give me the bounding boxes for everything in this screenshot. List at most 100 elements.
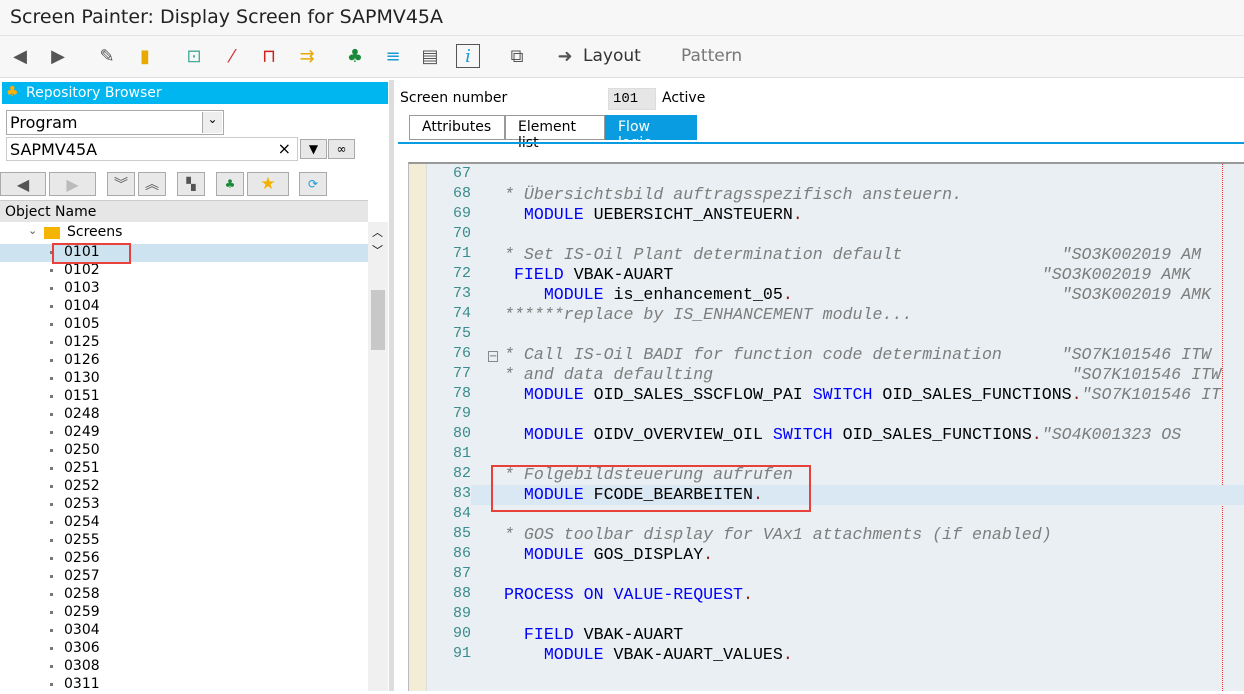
tree-item-screen[interactable]: 0308 [0, 658, 368, 676]
code-line[interactable]: ******replace by IS_ENHANCEMENT module..… [504, 305, 912, 325]
dropdown-button[interactable]: ▼ [300, 139, 327, 159]
check-icon[interactable]: ⁄ [220, 44, 244, 68]
refresh-icon[interactable]: ⟳ [299, 172, 327, 196]
tree-item-screen[interactable]: 0255 [0, 532, 368, 550]
tree-item-screen[interactable]: 0257 [0, 568, 368, 586]
screen-number: 0251 [64, 460, 100, 476]
tree-item-screen[interactable]: 0256 [0, 550, 368, 568]
forward-icon[interactable]: ▶ [46, 44, 70, 68]
code-line[interactable]: FIELD VBAK-AUART [504, 625, 683, 645]
back-nav-button[interactable]: ◀ [0, 172, 46, 196]
expand-chevron-icon[interactable]: ⌄ [28, 224, 37, 237]
tree-item-screen[interactable]: 0259 [0, 604, 368, 622]
tree-item-screen[interactable]: 0102 [0, 262, 368, 280]
documentation-icon[interactable]: ▤ [418, 44, 442, 68]
highlight-box [491, 465, 811, 512]
layout-button[interactable]: Layout [583, 46, 641, 66]
bullet-icon [50, 575, 53, 578]
activate-icon[interactable]: ⊓ [257, 44, 281, 68]
layout-arrow-icon: ➜ [557, 45, 573, 67]
back-icon[interactable]: ◀ [8, 44, 32, 68]
comment: * Set IS-Oil Plant determination default… [504, 245, 1202, 264]
code-line[interactable]: MODULE OIDV_OVERVIEW_OIL SWITCH OID_SALE… [504, 425, 1181, 445]
scroll-up-icon[interactable]: ︿ [372, 224, 383, 240]
scroll-down-icon[interactable]: ﹀ [372, 242, 383, 258]
line-number: 71 [452, 245, 471, 262]
code-line[interactable]: * Übersichtsbild auftragsspezifisch anst… [504, 185, 962, 205]
tree-item-screen[interactable]: 0311 [0, 676, 368, 694]
bullet-icon [50, 305, 53, 308]
flow-logic-code-editor[interactable]: 67 68 * Übersichtsbild auftragsspezifisch … [408, 162, 1244, 691]
code-line[interactable]: * GOS toolbar display for VAx1 attachmen… [504, 525, 1052, 545]
tab-element-list[interactable]: Element list [505, 115, 605, 151]
tree-item-screen[interactable]: 0126 [0, 352, 368, 370]
line-number: 82 [452, 465, 471, 482]
tree-item-screen[interactable]: 0254 [0, 514, 368, 532]
tree-item-screen[interactable]: 0251 [0, 460, 368, 478]
pattern-button[interactable]: Pattern [681, 46, 742, 66]
navigation-window-icon[interactable]: ≡ [381, 44, 405, 68]
forward-nav-button[interactable]: ▶ [49, 172, 96, 196]
collapse-all-icon[interactable]: ︽ [138, 172, 166, 196]
tree-item-screen[interactable]: 0151 [0, 388, 368, 406]
object-type-dropdown[interactable]: Program ⌄ [6, 110, 224, 135]
code-line[interactable]: PROCESS ON VALUE-REQUEST. [504, 585, 753, 605]
display-button[interactable]: ∞ [328, 139, 355, 159]
tree-item-screen[interactable]: 0130 [0, 370, 368, 388]
tree-item-screen[interactable]: 0248 [0, 406, 368, 424]
collapse-block-icon[interactable]: − [488, 351, 498, 362]
comment: "SO4K001323 OS [1041, 425, 1182, 444]
layout-icon[interactable]: ⧉ [505, 44, 529, 68]
object-list-icon[interactable]: ♣ [343, 44, 367, 68]
favorites-star-icon[interactable]: ★ [247, 172, 289, 196]
code-line[interactable]: MODULE UEBERSICHT_ANSTEUERN. [504, 205, 803, 225]
tab-flow-logic[interactable]: Flow logic [605, 115, 697, 151]
where-used-icon[interactable]: ⇉ [295, 44, 319, 68]
tree-folder-screens[interactable]: ⌄ Screens [0, 224, 368, 242]
active-inactive-icon[interactable]: ▮ [133, 44, 157, 68]
repository-browser: ♣ Repository Browser Program ⌄ SAPMV45A … [0, 80, 389, 694]
binoculars-icon[interactable]: ▚ [177, 172, 205, 196]
application-toolbar: ◀ ▶ ✎ ▮ ⊡ ⁄ ⊓ ⇉ ♣ ≡ ▤ i ⧉ ➜ Layout Patte… [0, 36, 1244, 78]
tree-item-screen[interactable]: 0253 [0, 496, 368, 514]
code-line[interactable]: * Call IS-Oil BADI for function code det… [504, 345, 1211, 365]
object-name-input[interactable]: SAPMV45A × [6, 137, 298, 161]
info-icon[interactable]: i [456, 44, 480, 68]
code-line[interactable]: MODULE is_enhancement_05. "SO3K002019 AM… [504, 285, 1211, 305]
tree-item-screen[interactable]: 0104 [0, 298, 368, 316]
tree-item-screen[interactable]: 0252 [0, 478, 368, 496]
tree-item-screen[interactable]: 0306 [0, 640, 368, 658]
line-number: 91 [452, 645, 471, 662]
keyword: MODULE [523, 425, 584, 444]
code-line[interactable]: * and data defaulting "SO7K101546 ITW [504, 365, 1221, 385]
line-number: 87 [452, 565, 471, 582]
object-name-column-header[interactable]: Object Name [0, 200, 368, 222]
screen-number-field: 101 [608, 88, 656, 110]
tree-item-screen[interactable]: 0105 [0, 316, 368, 334]
hierarchy-up-icon[interactable]: ♣ [216, 172, 244, 196]
code-line[interactable]: FIELD VBAK-AUART "SO3K002019 AMK [504, 265, 1191, 285]
tree-item-screen[interactable]: 0258 [0, 586, 368, 604]
tree-item-screen[interactable]: 0125 [0, 334, 368, 352]
comment: * Call IS-Oil BADI for function code det… [504, 345, 1212, 364]
expand-all-icon[interactable]: ︾ [107, 172, 135, 196]
clear-icon[interactable]: × [278, 139, 291, 158]
code-line[interactable]: * Set IS-Oil Plant determination default… [504, 245, 1201, 265]
display-change-icon[interactable]: ✎ [95, 44, 119, 68]
code-line[interactable]: MODULE VBAK-AUART_VALUES. [504, 645, 793, 665]
tree-scrollbar[interactable]: ︿ ﹀ [368, 222, 388, 691]
tree-item-screen[interactable]: 0250 [0, 442, 368, 460]
tree-item-screen[interactable]: 0249 [0, 424, 368, 442]
chevron-down-icon[interactable]: ⌄ [202, 112, 222, 133]
code-line[interactable]: MODULE OID_SALES_SSCFLOW_PAI SWITCH OID_… [504, 385, 1221, 405]
code-line[interactable]: MODULE GOS_DISPLAY. [504, 545, 713, 565]
tree-item-screen[interactable]: 0103 [0, 280, 368, 298]
tree-item-screen[interactable]: 0304 [0, 622, 368, 640]
bullet-icon [50, 485, 53, 488]
other-object-icon[interactable]: ⊡ [182, 44, 206, 68]
scroll-thumb[interactable] [371, 290, 385, 350]
tab-attributes[interactable]: Attributes [409, 115, 505, 140]
screen-number: 0254 [64, 514, 100, 530]
screen-number: 0304 [64, 622, 100, 638]
